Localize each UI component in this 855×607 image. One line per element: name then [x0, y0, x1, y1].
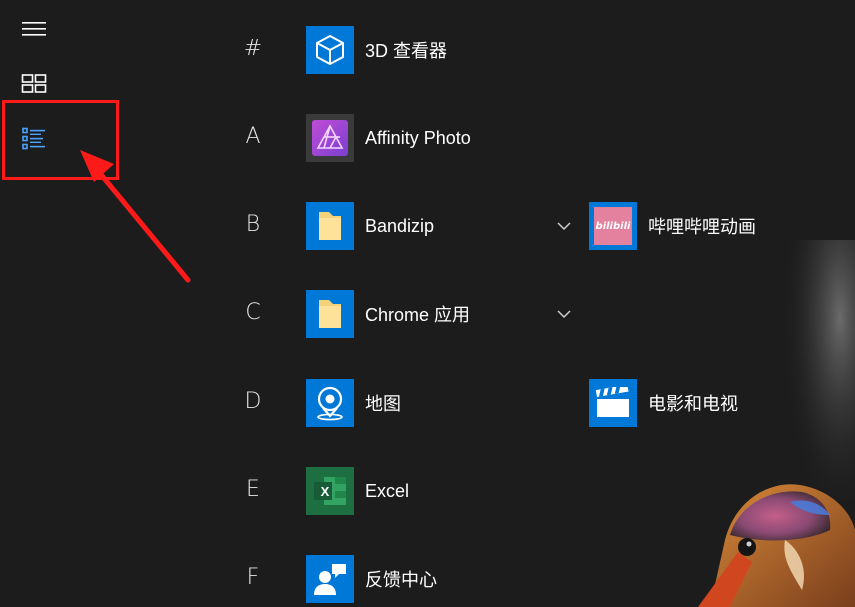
letter-header-hash[interactable]: #: [236, 36, 270, 61]
tiles-view-button[interactable]: [10, 64, 58, 104]
tiles-grid-icon: [21, 74, 47, 93]
folder-icon: [319, 300, 341, 328]
app-label: 哔哩哔哩动画: [648, 217, 756, 237]
app-tile: [306, 290, 354, 338]
red-arrow-annotation: [80, 150, 191, 283]
app-tile: [306, 26, 354, 74]
start-menu-rail: [0, 0, 70, 607]
bilibili-logo-icon: bilibili: [594, 207, 632, 245]
app-tile: bilibili: [589, 202, 637, 250]
app-excel[interactable]: X Excel: [306, 467, 409, 515]
app-tile: [306, 555, 354, 603]
app-label: Chrome 应用: [365, 305, 471, 325]
letter-header-b[interactable]: B: [236, 212, 270, 237]
app-maps[interactable]: 地图: [306, 379, 401, 427]
folder-icon: [319, 212, 341, 240]
letter-header-d[interactable]: D: [236, 389, 270, 414]
app-label: 3D 查看器: [365, 41, 448, 61]
chevron-down-icon[interactable]: [556, 218, 572, 234]
excel-icon: [314, 477, 346, 505]
app-label: 反馈中心: [365, 570, 437, 590]
app-label: Excel: [365, 480, 410, 501]
bilibili-logo-text: bilibili: [595, 220, 631, 232]
hamburger-menu-icon: [22, 22, 46, 36]
app-tile: X: [306, 467, 354, 515]
feedback-person-icon: [314, 564, 346, 595]
expand-menu-button[interactable]: [10, 9, 58, 49]
app-tile: [306, 114, 354, 162]
clapperboard-icon: [595, 387, 629, 417]
app-3d-viewer[interactable]: 3D 查看器: [306, 26, 447, 74]
app-bandizip-folder[interactable]: Bandizip: [306, 202, 434, 250]
letter-header-a[interactable]: A: [236, 124, 270, 149]
affinity-photo-icon: [312, 120, 348, 156]
app-tile: [306, 202, 354, 250]
excel-logo-letter: X: [320, 484, 330, 499]
chevron-down-icon[interactable]: [556, 306, 572, 322]
app-feedback-hub[interactable]: 反馈中心: [306, 555, 437, 603]
app-label: Affinity Photo: [365, 127, 471, 148]
letter-header-f[interactable]: F: [236, 565, 270, 590]
app-affinity-photo[interactable]: Affinity Photo: [306, 114, 471, 162]
kingfisher-bird-image: [698, 240, 855, 607]
letter-header-c[interactable]: C: [236, 300, 270, 325]
app-label: Bandizip: [365, 215, 435, 236]
app-tile: [589, 379, 637, 427]
app-chrome-apps-folder[interactable]: Chrome 应用: [306, 290, 470, 338]
app-label: 地图: [365, 394, 401, 414]
3d-cube-icon: [316, 35, 344, 65]
map-pin-icon: [317, 386, 343, 421]
start-menu: # A B C D E F 3D 查看器 Affinity Photo Band…: [0, 0, 855, 607]
app-tile: [306, 379, 354, 427]
letter-header-e[interactable]: E: [236, 477, 270, 502]
